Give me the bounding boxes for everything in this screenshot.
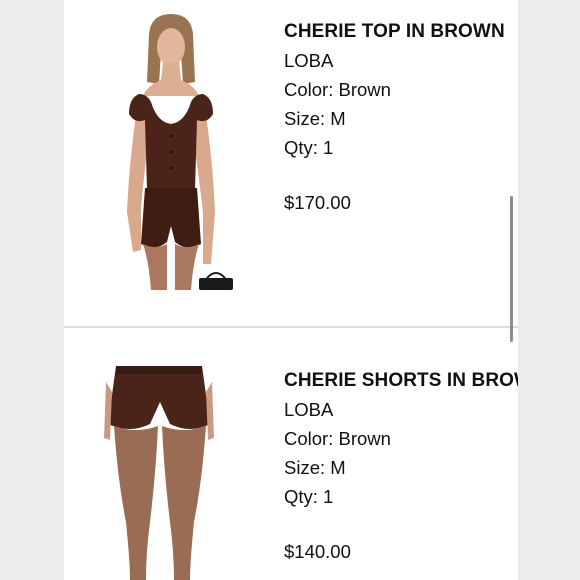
- product-color: Color: Brown: [284, 428, 391, 449]
- product-qty: Qty: 1: [284, 486, 334, 507]
- product-name[interactable]: CHERIE TOP IN BROWN: [284, 18, 518, 46]
- cart-screen: CHERIE TOP IN BROWN LOBA Color: Brown Si…: [64, 0, 518, 580]
- scrollbar[interactable]: [510, 196, 513, 342]
- product-image-top[interactable]: [99, 12, 244, 290]
- product-color: Color: Brown: [284, 79, 391, 100]
- product-price: $140.00: [284, 541, 351, 562]
- cart-item[interactable]: CHERIE TOP IN BROWN LOBA Color: Brown Si…: [64, 0, 518, 326]
- product-name[interactable]: CHERIE SHORTS IN BROWN: [284, 367, 518, 395]
- item-details: CHERIE TOP IN BROWN LOBA Color: Brown Si…: [284, 18, 518, 217]
- product-size: Size: M: [284, 108, 346, 129]
- item-details: CHERIE SHORTS IN BROWN LOBA Color: Brown…: [284, 367, 518, 566]
- product-size: Size: M: [284, 457, 346, 478]
- product-price: $170.00: [284, 192, 351, 213]
- product-brand: LOBA: [284, 399, 334, 420]
- product-brand: LOBA: [284, 50, 334, 71]
- cart-item[interactable]: CHERIE SHORTS IN BROWN LOBA Color: Brown…: [64, 328, 518, 580]
- product-image-shorts[interactable]: [104, 362, 214, 580]
- product-qty: Qty: 1: [284, 137, 334, 158]
